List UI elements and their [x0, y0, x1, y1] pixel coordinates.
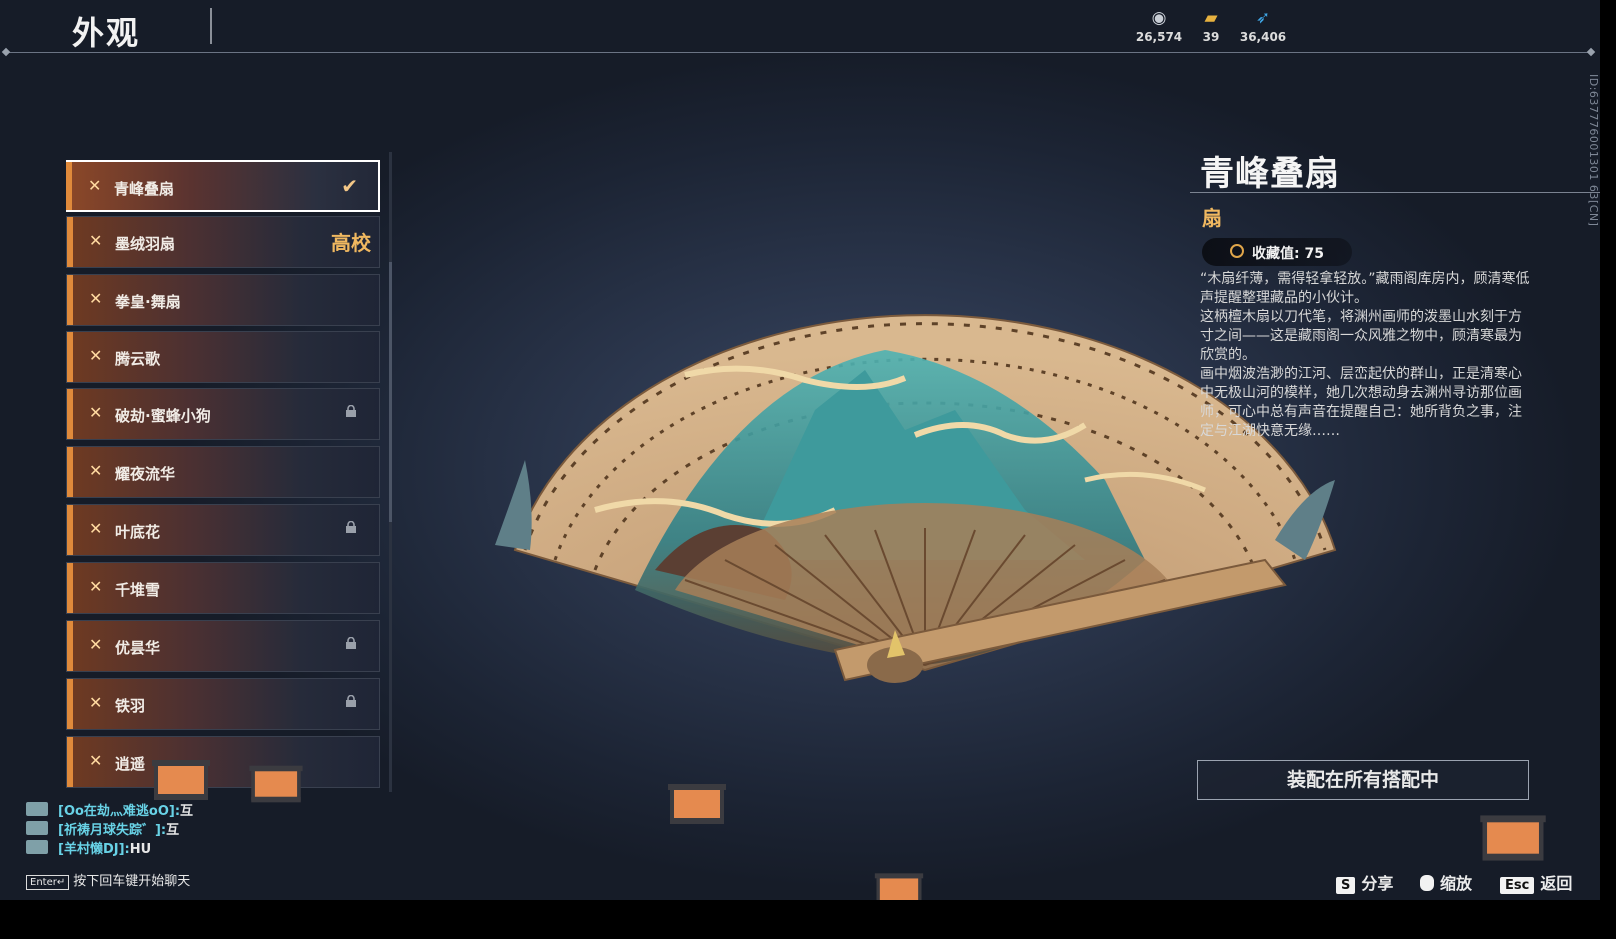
crossed-fans-icon: ✕ — [89, 289, 103, 308]
item-name: 耀夜流华 — [115, 465, 176, 483]
list-item[interactable]: ✕ 青峰叠扇 ✔ — [66, 160, 380, 212]
appearance-screen: 外观 ◉ 26,574 ▰ 39 ➶ 36,406 ID:63777600130… — [0, 0, 1600, 900]
back-hint[interactable]: Esc 返回 — [1500, 870, 1572, 894]
list-item[interactable]: ✕ 拳皇·舞扇 — [66, 274, 380, 326]
list-item[interactable]: ✕ 耀夜流华 — [66, 446, 380, 498]
lantern-decoration — [249, 765, 303, 803]
list-item[interactable]: ✕ 铁羽 — [66, 678, 380, 730]
crossed-fans-icon: ✕ — [89, 693, 103, 712]
collection-icon — [1230, 244, 1244, 258]
item-name: 优昙华 — [115, 639, 161, 657]
equip-all-button[interactable]: 装配在所有搭配中 — [1197, 760, 1529, 800]
feather-icon: ➶ — [1255, 8, 1271, 28]
list-item[interactable]: ✕ 叶底花 — [66, 504, 380, 556]
lantern-decoration — [1480, 815, 1546, 861]
enter-key-icon: Enter↵ — [26, 875, 70, 890]
lock-icon — [346, 695, 356, 707]
crossed-fans-icon: ✕ — [89, 519, 103, 538]
divider-end-dot — [1, 47, 11, 57]
chat-channel-icon — [26, 840, 48, 854]
description-paragraph: “木扇纤薄，需得轻拿轻放。”藏雨阁库房内，顾清寒低声提醒整理藏品的小伙计。 — [1200, 271, 1530, 306]
collection-value-pill: 收藏值: 75 — [1202, 238, 1352, 266]
zoom-hint[interactable]: 缩放 — [1420, 870, 1472, 894]
chat-hint-text: 按下回车键开始聊天 — [73, 874, 191, 889]
item-name: 破劫·蜜蜂小狗 — [115, 407, 211, 425]
chat-channel-icon — [26, 821, 48, 835]
chat-text: 互 — [180, 804, 194, 819]
lock-icon — [346, 637, 356, 649]
description-paragraph: 这柄檀木扇以刀代笔，将渊州画师的泼墨山水刻于方寸之间——这是藏雨阁一众风雅之物中… — [1200, 309, 1522, 363]
crossed-fans-icon: ✕ — [89, 403, 103, 422]
chat-text: 互 — [166, 823, 180, 838]
list-item[interactable]: ✕ 腾云歌 — [66, 331, 380, 383]
item-name: 铁羽 — [115, 697, 146, 715]
top-bar: 外观 ◉ 26,574 ▰ 39 ➶ 36,406 — [0, 0, 1600, 57]
item-name: 千堆雪 — [115, 581, 161, 599]
title-underline — [1190, 192, 1600, 193]
item-badge: 高校 — [331, 231, 371, 255]
page-title: 外观 — [72, 14, 141, 52]
top-divider-line — [6, 52, 1590, 53]
item-description: “木扇纤薄，需得轻拿轻放。”藏雨阁库房内，顾清寒低声提醒整理藏品的小伙计。 这柄… — [1200, 270, 1534, 441]
divider-end-dot — [1586, 47, 1596, 57]
back-label: 返回 — [1540, 874, 1573, 893]
item-name: 叶底花 — [115, 523, 161, 541]
collection-value: 收藏值: 75 — [1252, 246, 1324, 262]
esc-key: Esc — [1500, 877, 1535, 894]
lock-icon — [346, 405, 356, 417]
chat-sender[interactable]: [祈祷月球失踪゛]:互 — [58, 819, 179, 838]
lock-icon — [346, 521, 356, 533]
crossed-fans-icon: ✕ — [89, 577, 103, 596]
list-item[interactable]: ✕ 逍遥 — [66, 736, 380, 788]
description-paragraph: 画中烟波浩渺的江河、层峦起伏的群山，正是清寒心中无极山河的模样，她几次想动身去渊… — [1200, 366, 1522, 439]
crossed-fans-icon: ✕ — [88, 176, 102, 195]
chat-sender[interactable]: [Oo在劫灬难逃oO]:互 — [58, 800, 193, 819]
item-name: 逍遥 — [115, 755, 146, 773]
list-scrollbar[interactable] — [389, 262, 392, 522]
item-name: 拳皇·舞扇 — [115, 293, 181, 311]
appearance-list: ✕ 青峰叠扇 ✔ ✕ 墨绒羽扇 高校 ✕ 拳皇·舞扇 ✕ 腾云歌 ✕ 破劫·蜜蜂… — [66, 152, 382, 792]
crossed-fans-icon: ✕ — [89, 635, 103, 654]
currency-feather: ➶ 36,406 — [1228, 8, 1298, 44]
chat-enter-hint[interactable]: Enter↵ 按下回车键开始聊天 — [26, 870, 190, 890]
item-title: 青峰叠扇 — [1200, 154, 1340, 194]
crossed-fans-icon: ✕ — [89, 461, 103, 480]
share-hint[interactable]: S 分享 — [1336, 870, 1393, 894]
chat-channel-icon — [26, 802, 48, 816]
lantern-decoration — [152, 760, 210, 800]
item-name: 腾云歌 — [115, 350, 161, 368]
item-name: 青峰叠扇 — [114, 180, 175, 198]
title-divider — [210, 8, 212, 44]
lantern-decoration — [668, 784, 726, 824]
screen-edge — [1600, 0, 1616, 939]
item-name: 墨绒羽扇 — [115, 235, 176, 253]
share-label: 分享 — [1361, 874, 1394, 893]
check-icon: ✔ — [341, 174, 358, 198]
list-item[interactable]: ✕ 墨绒羽扇 高校 — [66, 216, 380, 268]
crossed-fans-icon: ✕ — [89, 231, 103, 250]
item-type: 扇 — [1202, 206, 1222, 230]
zoom-label: 缩放 — [1440, 874, 1473, 893]
lantern-decoration — [874, 873, 924, 900]
chat-sender[interactable]: [羊村懒DJ]:HU — [58, 838, 151, 857]
list-item[interactable]: ✕ 破劫·蜜蜂小狗 — [66, 388, 380, 440]
share-key: S — [1336, 877, 1356, 894]
chat-text: HU — [129, 842, 152, 857]
list-item[interactable]: ✕ 千堆雪 — [66, 562, 380, 614]
currency-value: 36,406 — [1239, 30, 1287, 44]
crossed-fans-icon: ✕ — [89, 346, 103, 365]
list-item[interactable]: ✕ 优昙华 — [66, 620, 380, 672]
crossed-fans-icon: ✕ — [89, 751, 103, 770]
user-id: ID:637776001301 63[CN] — [1587, 74, 1600, 227]
mouse-icon — [1420, 875, 1434, 891]
